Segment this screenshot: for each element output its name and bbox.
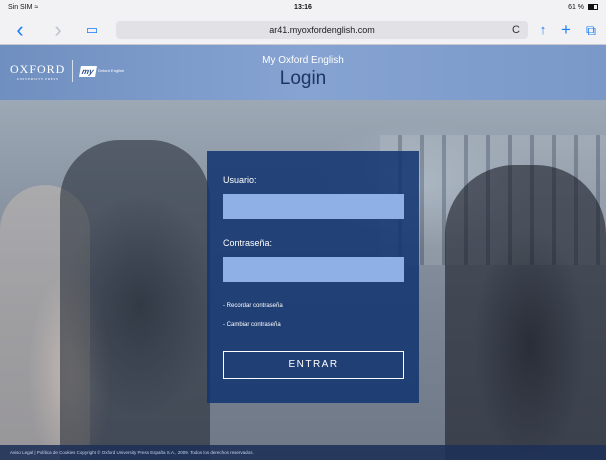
tabs-icon[interactable]: ⧉ [582, 20, 600, 40]
username-label: Usuario: [223, 175, 257, 185]
username-input[interactable] [223, 194, 404, 219]
login-button[interactable]: ENTRAR [223, 351, 404, 379]
battery-status: 61 % [568, 4, 598, 11]
login-form: Usuario: Contraseña: - Recordar contrase… [207, 151, 419, 403]
password-input[interactable] [223, 257, 404, 282]
clock: 13:16 [294, 4, 312, 11]
battery-icon [588, 4, 598, 10]
background-photo-person [445, 165, 606, 460]
page-title: Login [279, 68, 327, 89]
forward-icon[interactable]: › [48, 19, 68, 41]
back-icon[interactable]: ‹ [10, 19, 30, 41]
login-page: OXFORD UNIVERSITY PRESS my Oxford Englis… [0, 45, 606, 460]
password-label: Contraseña: [223, 238, 273, 248]
remember-password-link[interactable]: - Recordar contraseña [223, 303, 283, 309]
reload-icon[interactable]: C [512, 21, 520, 39]
page-heading: My Oxford English Login [0, 55, 606, 90]
url-text: ar41.myoxfordenglish.com [269, 25, 375, 35]
status-bar: Sin SIM ≈ 13:16 61 % [0, 0, 606, 16]
address-bar[interactable]: ar41.myoxfordenglish.com C [116, 21, 528, 39]
bookmarks-icon[interactable]: ▭ [82, 20, 102, 40]
background-photo-person [60, 140, 210, 460]
browser-toolbar: ‹ › ▭ ar41.myoxfordenglish.com C ↑ + ⧉ [0, 16, 606, 45]
battery-percentage: 61 % [568, 4, 585, 11]
change-password-link[interactable]: - Cambiar contraseña [223, 322, 281, 328]
share-icon[interactable]: ↑ [535, 20, 551, 40]
footer: Aviso Legal | Política de Cookies Copyri… [0, 445, 606, 460]
header: OXFORD UNIVERSITY PRESS my Oxford Englis… [0, 45, 606, 100]
page-subtitle: My Oxford English [262, 55, 344, 66]
add-tab-icon[interactable]: + [558, 20, 574, 40]
